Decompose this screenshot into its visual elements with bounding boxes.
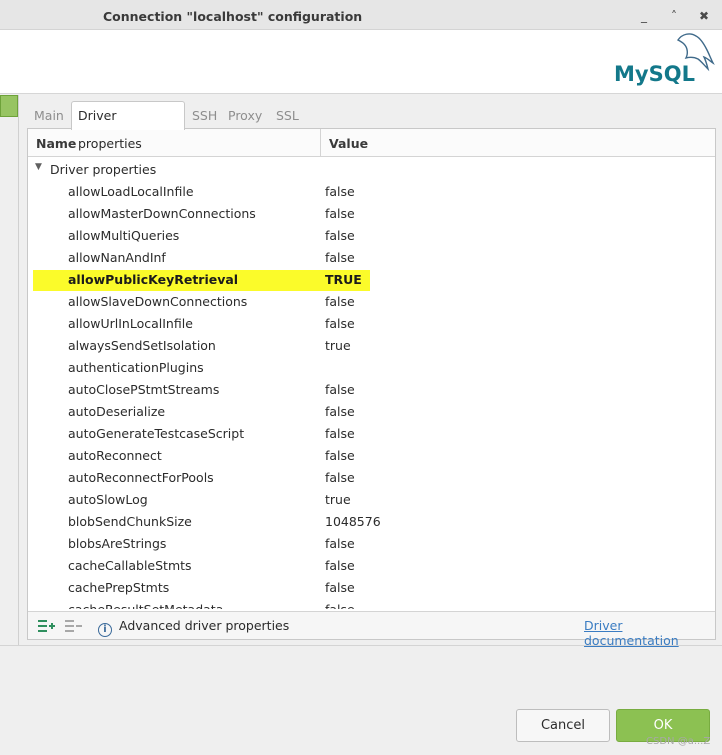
button-bar-divider [0,645,722,646]
property-value[interactable]: true [325,492,351,507]
table-row[interactable]: allowSlaveDownConnections false [28,291,715,313]
advanced-properties-toggle[interactable]: i Advanced driver properties [98,618,289,637]
tab-proxy[interactable]: Proxy [222,105,268,129]
maximize-icon[interactable]: ˄ [664,6,684,26]
table-row[interactable]: blobSendChunkSize 1048576 [28,511,715,533]
property-value[interactable]: false [325,536,355,551]
property-name: allowNanAndInf [68,250,166,265]
property-name: cacheResultSetMetadata [68,602,223,609]
table-row[interactable]: allowUrlInLocalInfile false [28,313,715,335]
property-value[interactable]: false [325,580,355,595]
tab-driver-properties[interactable]: Driver properties [71,101,185,151]
property-value[interactable]: false [325,448,355,463]
table-row[interactable]: alwaysSendSetIsolation true [28,335,715,357]
table-row[interactable]: autoSlowLog true [28,489,715,511]
property-value[interactable]: false [325,294,355,309]
table-row[interactable]: autoDeserialize false [28,401,715,423]
property-name: allowPublicKeyRetrieval [68,272,239,287]
property-value[interactable]: false [325,404,355,419]
title-bar: Connection "localhost" configuration _ ˄… [0,0,722,30]
tab-ssl[interactable]: SSL [270,105,305,129]
property-value[interactable]: false [325,602,355,609]
property-name: blobsAreStrings [68,536,167,551]
property-value[interactable]: true [325,338,351,353]
property-name: autoGenerateTestcaseScript [68,426,245,441]
add-property-icon[interactable] [37,618,55,634]
mysql-logo-text: MySQL [614,62,695,86]
column-header-value[interactable]: Value [329,136,368,151]
table-row[interactable]: cacheCallableStmts false [28,555,715,577]
table-row[interactable]: allowLoadLocalInfile false [28,181,715,203]
property-rows: ▼ Driver properties allowLoadLocalInfile… [28,159,715,609]
property-value[interactable]: false [325,184,355,199]
left-nav-stub[interactable] [0,95,18,117]
property-name: autoReconnect [68,448,162,463]
property-name: autoClosePStmtStreams [68,382,220,397]
property-name: allowMasterDownConnections [68,206,256,221]
tab-ssh[interactable]: SSH [186,105,223,129]
info-icon: i [98,623,112,637]
property-name: cachePrepStmts [68,580,170,595]
table-row[interactable]: autoGenerateTestcaseScript false [28,423,715,445]
minimize-icon[interactable]: _ [634,6,654,26]
property-name: authenticationPlugins [68,360,204,375]
table-row[interactable]: autoReconnect false [28,445,715,467]
tab-main[interactable]: Main [28,105,70,129]
table-row[interactable]: authenticationPlugins [28,357,715,379]
property-name: allowSlaveDownConnections [68,294,248,309]
close-icon[interactable]: ✖ [694,6,714,26]
property-value[interactable]: TRUE [325,272,362,287]
table-row[interactable]: autoClosePStmtStreams false [28,379,715,401]
driver-documentation-link[interactable]: Driver documentation [584,618,715,648]
property-name: autoReconnectForPools [68,470,214,485]
property-value[interactable]: false [325,426,355,441]
table-row[interactable]: cachePrepStmts false [28,577,715,599]
advanced-properties-label: Advanced driver properties [119,618,290,633]
expand-caret-icon[interactable]: ▼ [35,162,42,172]
property-value[interactable]: false [325,382,355,397]
table-row[interactable]: cacheResultSetMetadata false [28,599,715,609]
property-name: cacheCallableStmts [68,558,192,573]
column-separator[interactable] [320,129,321,157]
property-value[interactable]: false [325,558,355,573]
panel-footer: i Advanced driver properties Driver docum… [28,611,715,648]
property-name: autoDeserialize [68,404,166,419]
property-value[interactable]: false [325,206,355,221]
column-header-name[interactable]: Name [36,136,76,151]
table-row[interactable]: blobsAreStrings false [28,533,715,555]
left-divider [18,95,19,645]
watermark: CSDN @a...Z [646,736,711,747]
property-name: blobSendChunkSize [68,514,192,529]
group-label: Driver properties [50,162,157,177]
property-name: allowLoadLocalInfile [68,184,194,199]
cancel-button[interactable]: Cancel [516,709,610,742]
property-value[interactable]: false [325,470,355,485]
remove-property-icon[interactable] [64,618,82,634]
table-row[interactable]: allowMasterDownConnections false [28,203,715,225]
property-name: allowUrlInLocalInfile [68,316,193,331]
property-value[interactable]: 1048576 [325,514,381,529]
driver-properties-panel: Name Value ▼ Driver properties allowLoad… [27,128,716,648]
table-row[interactable]: autoReconnectForPools false [28,467,715,489]
window-title: Connection "localhost" configuration [103,9,363,24]
property-name: allowMultiQueries [68,228,180,243]
property-value[interactable]: false [325,250,355,265]
property-value[interactable]: false [325,316,355,331]
table-row-highlighted[interactable]: allowPublicKeyRetrieval TRUE [28,269,715,291]
property-value[interactable]: false [325,228,355,243]
property-name: alwaysSendSetIsolation [68,338,216,353]
group-row-driver-properties[interactable]: ▼ Driver properties [28,159,715,181]
property-name: autoSlowLog [68,492,148,507]
table-row[interactable]: allowMultiQueries false [28,225,715,247]
mysql-logo: MySQL [614,33,715,86]
table-row[interactable]: allowNanAndInf false [28,247,715,269]
